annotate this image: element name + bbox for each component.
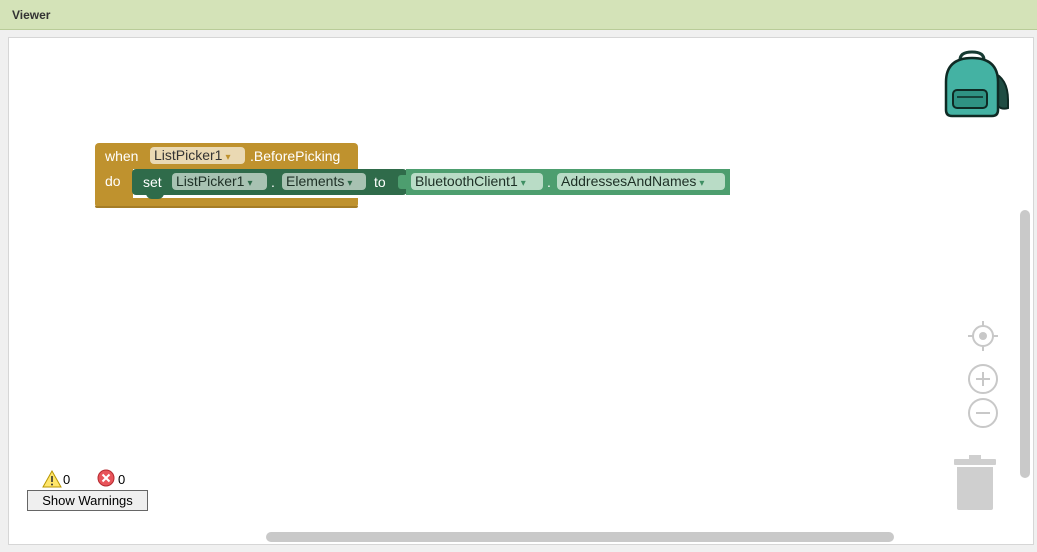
set-component-label: ListPicker1 [176,173,245,189]
blocks-workspace[interactable] [8,37,1034,545]
viewer-title-bar: Viewer [0,0,1037,30]
getter-component-label: BluetoothClient1 [415,173,518,189]
errors-count: 0 [118,472,126,487]
set-component-dropdown[interactable]: ListPicker1 ▾ [172,173,267,190]
zoom-out-icon[interactable] [967,397,999,429]
chevron-down-icon: ▾ [225,152,231,163]
event-name-label: .BeforePicking [250,148,341,164]
crosshair-icon[interactable] [967,320,999,352]
warning-icon [42,469,62,488]
viewer-title: Viewer [12,8,51,22]
chevron-down-icon: ▾ [520,178,526,189]
getter-dot: . [547,174,551,190]
set-dot: . [271,174,275,190]
trash-icon[interactable] [952,454,998,512]
backpack-icon[interactable] [942,50,1012,120]
zoom-in-icon[interactable] [967,363,999,395]
event-component-dropdown[interactable]: ListPicker1 ▾ [150,147,245,164]
warnings-count: 0 [63,472,71,487]
event-component-label: ListPicker1 [154,147,223,163]
getter-property-dropdown[interactable]: AddressesAndNames ▾ [557,173,725,190]
set-to-label: to [374,174,386,190]
event-when-label: when [105,148,139,164]
vertical-scrollbar[interactable] [1020,210,1030,478]
chevron-down-icon: ▾ [347,178,353,189]
getter-property-label: AddressesAndNames [561,173,697,189]
set-property-dropdown[interactable]: Elements ▾ [282,173,366,190]
set-label: set [143,174,162,190]
getter-component-dropdown[interactable]: BluetoothClient1 ▾ [411,173,543,190]
chevron-down-icon: ▾ [699,178,705,189]
event-do-label: do [105,173,121,189]
chevron-down-icon: ▾ [247,178,253,189]
error-icon [97,469,115,487]
horizontal-scrollbar[interactable] [266,532,894,542]
show-warnings-button[interactable]: Show Warnings [27,490,148,511]
set-property-label: Elements [286,173,345,189]
